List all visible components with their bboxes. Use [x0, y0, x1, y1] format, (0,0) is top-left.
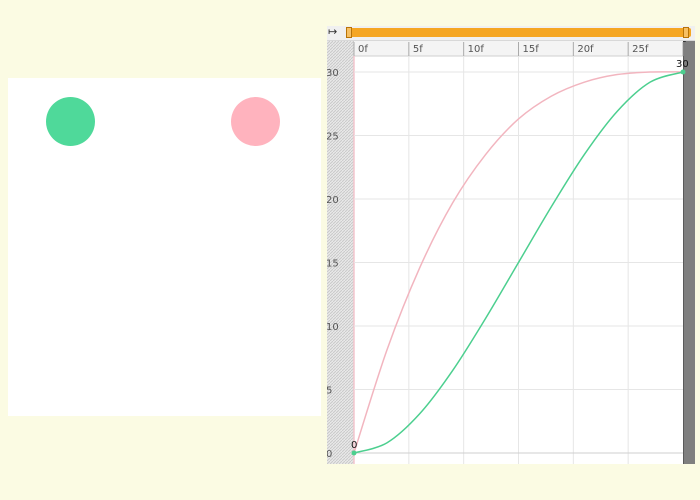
timeline-range-bar[interactable]: ↦ — [327, 25, 695, 41]
end-keyframe-point[interactable] — [680, 69, 686, 75]
frame-label: 20f — [577, 44, 594, 55]
y-tick-label: 25 — [327, 132, 339, 143]
animation-stage — [8, 78, 321, 416]
curve-graph[interactable]: 0f 5f 10f 15f 20f 25f 30 25 20 15 10 5 0 0 30 — [327, 26, 695, 464]
resize-horizontal-icon[interactable]: ↦ — [328, 25, 337, 39]
timeline-range-track[interactable] — [346, 28, 691, 37]
curve-editor-panel: 0f 5f 10f 15f 20f 25f 30 25 20 15 10 5 0 0 30 ↦ — [327, 25, 695, 464]
start-keyframe-label: 0 — [351, 440, 357, 451]
frame-label: 10f — [468, 44, 485, 55]
frame-label: 5f — [413, 44, 423, 55]
green-ball[interactable] — [46, 97, 95, 146]
pink-ball[interactable] — [231, 97, 280, 146]
y-tick-label: 30 — [327, 68, 339, 79]
y-tick-label: 5 — [327, 386, 332, 397]
y-tick-label: 15 — [327, 259, 339, 270]
y-tick-label: 10 — [327, 322, 339, 333]
frame-label: 25f — [632, 44, 649, 55]
before-range-area — [327, 40, 354, 464]
frame-label: 15f — [523, 44, 540, 55]
after-range-bar — [683, 40, 695, 464]
y-tick-label: 0 — [327, 449, 332, 460]
end-keyframe-label: 30 — [676, 59, 689, 70]
playhead-line — [683, 40, 684, 464]
range-end-handle[interactable] — [683, 27, 689, 38]
range-start-handle[interactable] — [346, 27, 352, 38]
frame-label: 0f — [358, 44, 368, 55]
start-keyframe-point[interactable] — [351, 450, 357, 456]
y-tick-label: 20 — [327, 195, 339, 206]
